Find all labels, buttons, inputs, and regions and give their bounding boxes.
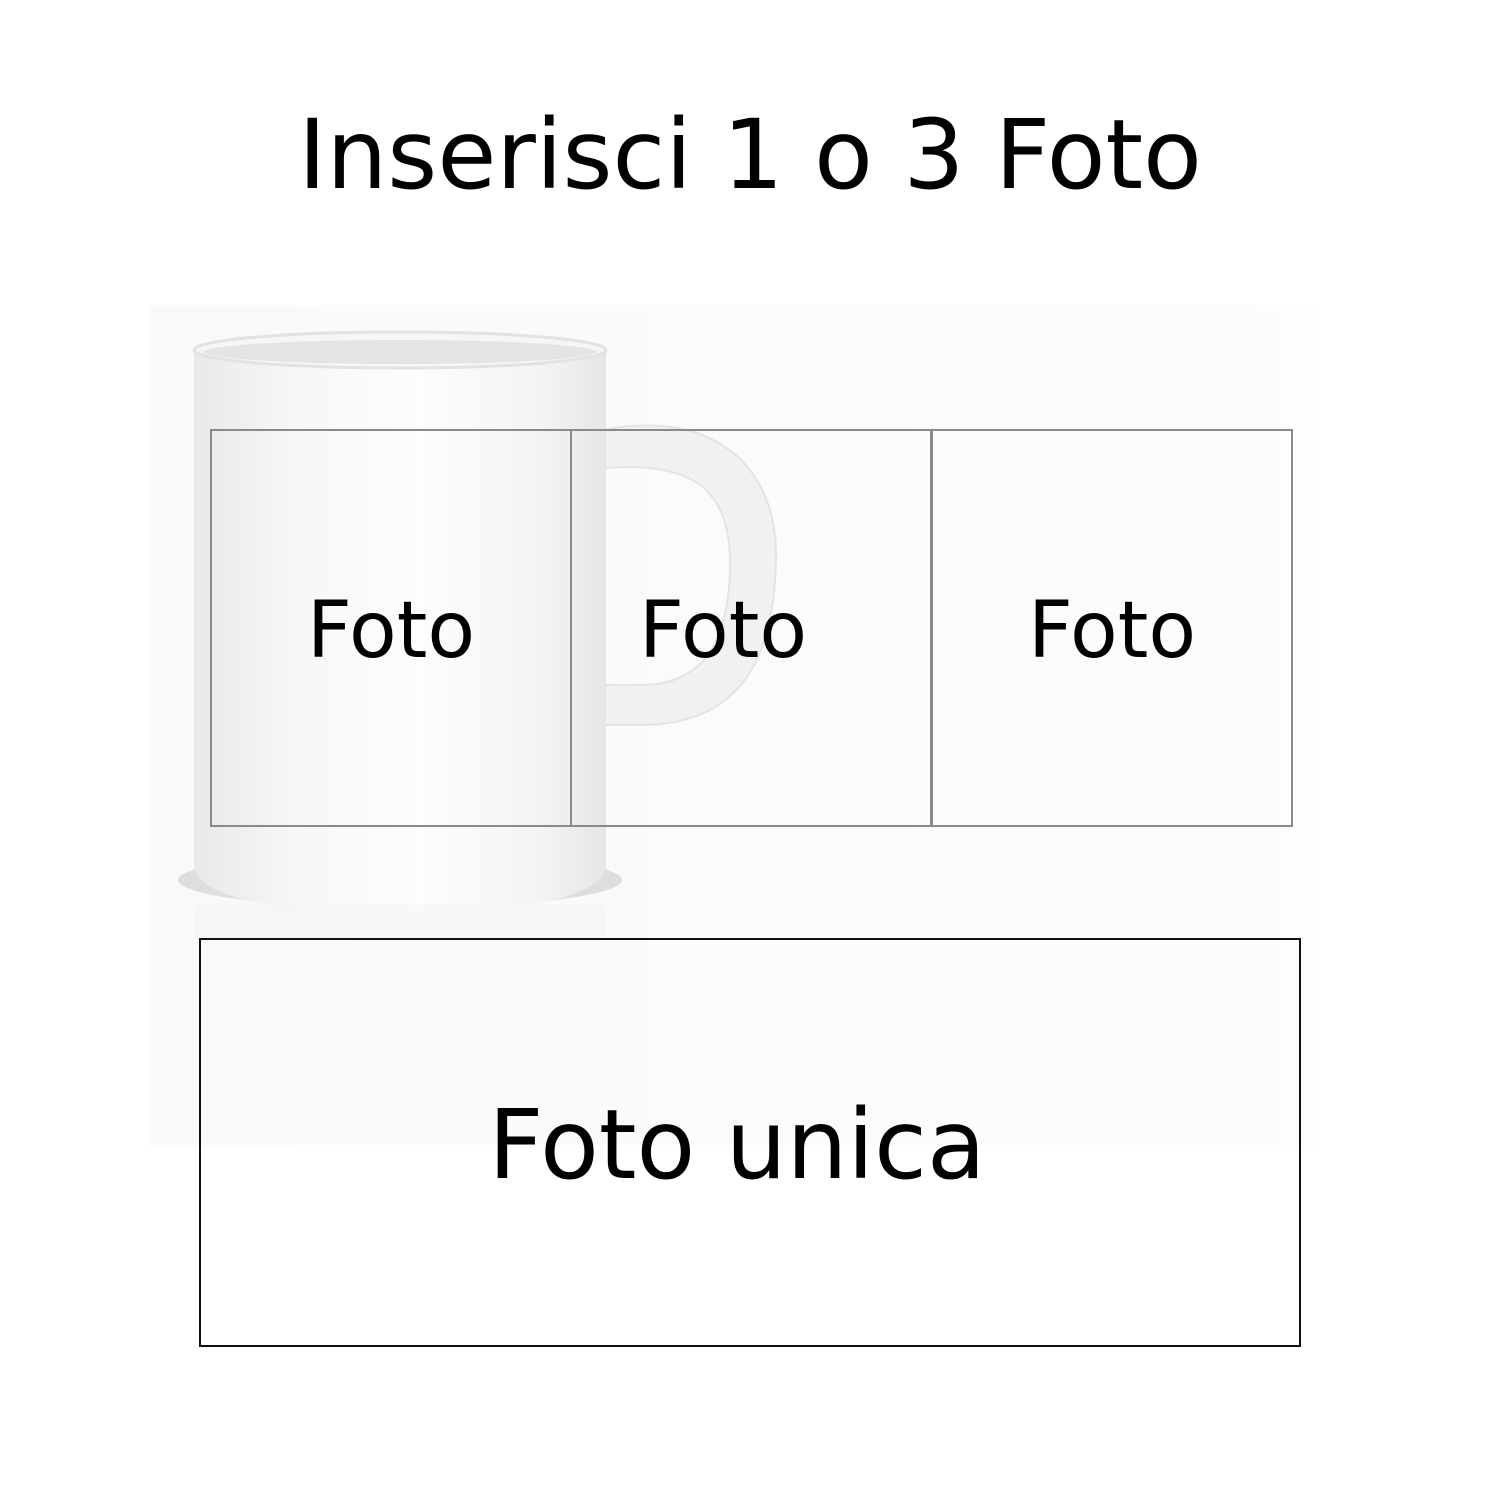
photo-slot-2: Foto [570,429,932,827]
photo-slot-2-label: Foto [638,586,808,676]
photo-slot-1-label: Foto [306,586,476,676]
photo-slot-1: Foto [210,429,572,827]
product-image: Inserisci 1 o 3 Foto Foto Foto Foto Foto… [0,0,1500,1500]
photo-slot-3-label: Foto [1027,586,1197,676]
single-photo-slot: Foto unica [199,938,1301,1347]
photo-slot-3: Foto [931,429,1293,827]
single-photo-slot-label: Foto unica [488,1088,986,1201]
